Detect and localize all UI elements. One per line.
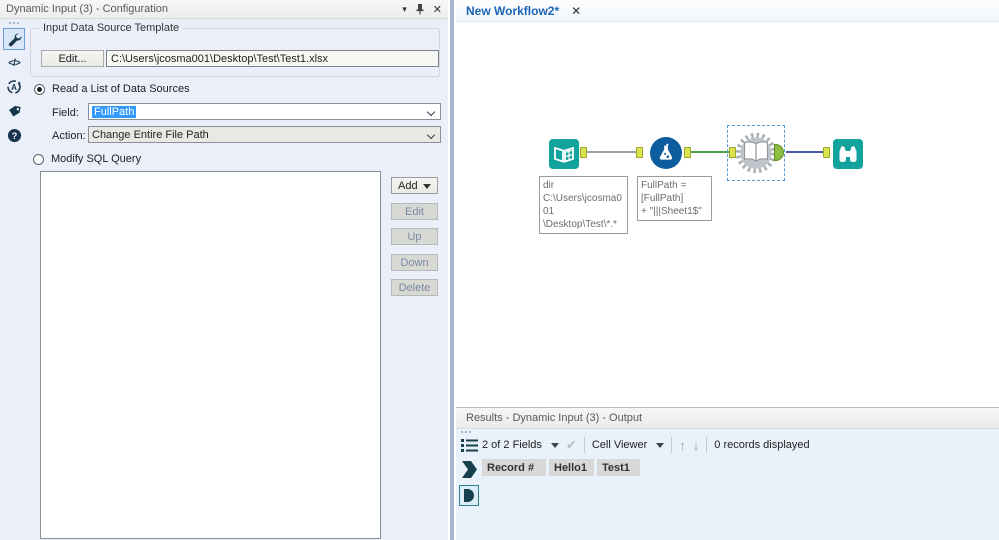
directory-tool-icon [554, 146, 574, 163]
directory-tool[interactable] [549, 139, 579, 169]
formula-tool[interactable] [650, 137, 682, 169]
annotation-tab[interactable]: A [3, 76, 25, 98]
delete-button[interactable]: Delete [391, 279, 438, 296]
scroll-down-icon[interactable]: ↓ [693, 438, 700, 453]
connection-dynamicinput-browse[interactable] [786, 151, 823, 153]
edit-template-button[interactable]: Edit... [41, 50, 104, 67]
formula-input-anchor[interactable] [636, 147, 643, 158]
configuration-icon-strip: </> A ? [0, 19, 28, 540]
modify-sql-radio[interactable] [33, 153, 44, 165]
apply-check-icon[interactable]: ✔ [566, 437, 577, 453]
directory-annotation[interactable]: dir C:\Users\jcosma001 \Desktop\Test\*.* [539, 176, 628, 234]
help-tab[interactable]: ? [3, 124, 25, 146]
column-header-hello1[interactable]: Hello1 [549, 459, 594, 476]
toolbar-separator [706, 437, 708, 453]
tag-icon [8, 105, 21, 117]
panel-grip-dots[interactable] [9, 22, 19, 24]
results-grip-dots[interactable] [461, 431, 471, 433]
vertical-splitter[interactable] [448, 0, 456, 540]
configuration-tab-wrench[interactable] [3, 28, 25, 50]
add-button[interactable]: Add [391, 177, 438, 194]
annotation-icon: A [7, 80, 21, 94]
results-panel-header: Results - Dynamic Input (3) - Output [456, 408, 999, 429]
dynamic-input-tool[interactable] [734, 131, 778, 178]
tag-tab[interactable] [3, 100, 25, 122]
results-input-anchor-icon[interactable] [462, 461, 477, 481]
modify-sql-radio-row[interactable]: Modify SQL Query [33, 153, 141, 165]
column-header-record[interactable]: Record # [482, 459, 546, 476]
panel-close-icon[interactable]: ✕ [433, 3, 442, 16]
up-button[interactable]: Up [391, 228, 438, 245]
fields-dropdown[interactable]: 2 of 2 Fields [482, 439, 542, 451]
edit-button[interactable]: Edit [391, 203, 438, 220]
xml-icon: </> [8, 57, 21, 69]
scroll-up-icon[interactable]: ↑ [679, 438, 686, 453]
add-dropdown-icon [423, 184, 431, 189]
browse-input-anchor[interactable] [823, 147, 830, 158]
fields-dropdown-caret-icon[interactable] [550, 442, 559, 448]
formula-output-anchor[interactable] [684, 147, 691, 158]
xml-view-tab[interactable]: </> [3, 52, 25, 74]
field-combobox[interactable]: FullPath [88, 103, 441, 120]
chevron-down-icon [428, 109, 435, 116]
read-list-radio-label: Read a List of Data Sources [52, 83, 190, 95]
results-panel: Results - Dynamic Input (3) - Output 2 o… [456, 407, 999, 540]
formula-tool-icon [659, 143, 673, 160]
panel-menu-caret-icon[interactable]: ▾ [402, 4, 407, 15]
sql-query-listbox[interactable] [40, 171, 381, 539]
template-path-field[interactable]: C:\Users\jcosma001\Desktop\Test\Test1.xl… [106, 50, 439, 67]
cell-viewer-dropdown[interactable]: Cell Viewer [592, 439, 647, 451]
action-label: Action: [52, 130, 86, 142]
wrench-icon [8, 33, 21, 46]
configuration-panel: Dynamic Input (3) - Configuration ▾ ✕ </… [0, 0, 448, 540]
records-displayed-text: 0 records displayed [714, 439, 810, 451]
toolbar-separator [671, 437, 673, 453]
dynamic-input-tool-icon [735, 132, 777, 174]
alteryx-designer-window: Dynamic Input (3) - Configuration ▾ ✕ </… [0, 0, 999, 540]
cell-viewer-caret-icon[interactable] [656, 442, 665, 448]
workflow-tab-close-icon[interactable]: ✕ [571, 4, 581, 18]
results-metadata-icon[interactable] [461, 438, 478, 456]
configuration-panel-title: Dynamic Input (3) - Configuration [6, 3, 169, 15]
configuration-panel-header: Dynamic Input (3) - Configuration ▾ ✕ [0, 0, 448, 19]
browse-tool-icon [839, 146, 857, 162]
workflow-tab-bar: New Workflow2* ✕ [456, 0, 999, 22]
pin-icon[interactable] [415, 3, 425, 15]
modify-sql-radio-label: Modify SQL Query [51, 153, 142, 165]
read-list-radio[interactable] [34, 83, 45, 95]
field-combobox-value: FullPath [92, 105, 137, 118]
down-button[interactable]: Down [391, 254, 438, 271]
action-combobox-value: Change Entire File Path [92, 128, 209, 141]
toolbar-separator [583, 437, 585, 453]
results-toolbar: 2 of 2 Fields ✔ Cell Viewer ↑ ↓ 0 record… [482, 434, 810, 456]
browse-tool[interactable] [833, 139, 863, 169]
formula-annotation[interactable]: FullPath = [FullPath] + "|||Sheet1$" [637, 176, 712, 221]
results-output-anchor-button[interactable] [459, 485, 479, 506]
chevron-down-icon [428, 132, 435, 139]
add-button-label: Add [398, 179, 418, 192]
svg-text:A: A [11, 83, 17, 92]
connection-formula-dynamicinput[interactable] [691, 151, 729, 153]
help-icon: ? [7, 128, 21, 142]
directory-output-anchor[interactable] [580, 147, 587, 158]
column-header-test1[interactable]: Test1 [597, 459, 640, 476]
workflow-canvas[interactable]: New Workflow2* ✕ dir C:\Users\jcosma001 … [456, 0, 999, 407]
results-panel-title: Results - Dynamic Input (3) - Output [466, 412, 643, 424]
output-anchor-d-icon [464, 489, 474, 502]
read-list-radio-row[interactable]: Read a List of Data Sources [34, 83, 190, 95]
connection-directory-formula[interactable] [587, 151, 636, 153]
field-label: Field: [52, 107, 79, 119]
input-data-source-template-group: Input Data Source Template Edit... C:\Us… [30, 22, 440, 77]
workflow-tab[interactable]: New Workflow2* [466, 4, 559, 18]
results-anchor-strip [456, 429, 482, 540]
action-combobox[interactable]: Change Entire File Path [88, 126, 441, 143]
svg-text:?: ? [11, 130, 17, 140]
groupbox-label: Input Data Source Template [39, 22, 184, 34]
